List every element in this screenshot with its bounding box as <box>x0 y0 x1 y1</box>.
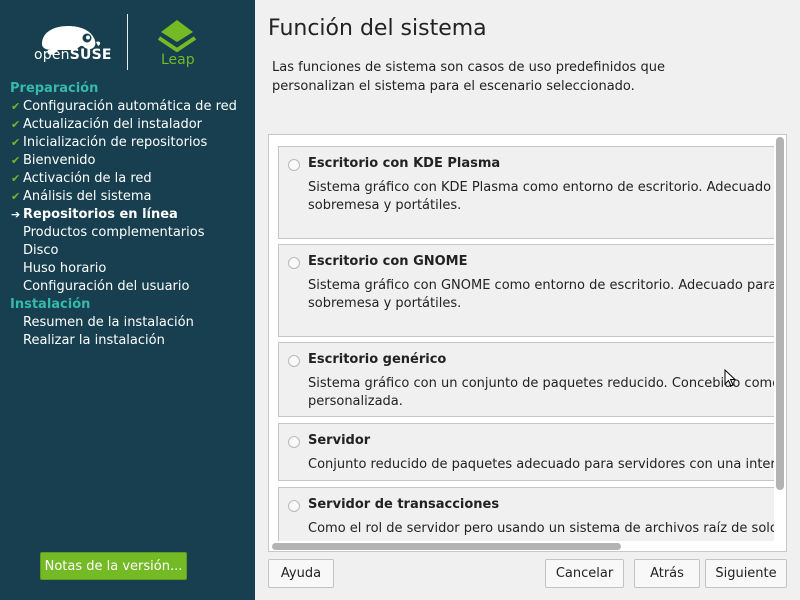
opensuse-wordmark: openSUSE <box>34 47 112 63</box>
check-icon: ✔ <box>11 136 21 149</box>
arrow-right-icon: ➔ <box>11 208 21 221</box>
horizontal-scrollbar-thumb[interactable] <box>272 543 621 550</box>
step-item: ✔ Inicialización de repositorios <box>11 135 208 150</box>
release-notes-button[interactable]: Notas de la versión... <box>40 552 187 580</box>
section-title-preparation: Preparación <box>10 81 99 96</box>
back-button[interactable]: Atrás <box>634 559 700 588</box>
radio-button[interactable] <box>288 257 300 269</box>
check-icon: ✔ <box>11 190 21 203</box>
horizontal-scrollbar[interactable] <box>269 541 786 551</box>
role-option-kde-plasma[interactable]: Escritorio con KDE Plasma Sistema gráfic… <box>278 146 787 239</box>
page-description: Las funciones de sistema son casos de us… <box>272 60 665 94</box>
step-item: Huso horario <box>23 261 107 276</box>
role-option-server[interactable]: Servidor Conjunto reducido de paquetes a… <box>278 423 787 481</box>
role-description: Sistema gráfico con KDE Plasma como ento… <box>308 180 787 213</box>
role-description: Conjunto reducido de paquetes adecuado p… <box>308 457 787 472</box>
help-button[interactable]: Ayuda <box>268 559 334 588</box>
check-icon: ✔ <box>11 118 21 131</box>
role-description: Sistema gráfico con GNOME como entorno d… <box>308 278 787 311</box>
step-item-current: ➔ Repositorios en línea <box>11 207 178 222</box>
leap-wordmark: Leap <box>161 52 195 68</box>
installation-steps: Preparación ✔ Configuración automática de… <box>0 80 255 350</box>
step-item: Resumen de la instalación <box>23 315 194 330</box>
step-item: Disco <box>23 243 59 258</box>
role-name: Escritorio genérico <box>308 352 447 367</box>
radio-button[interactable] <box>288 436 300 448</box>
leap-logo-icon <box>157 20 197 52</box>
check-icon: ✔ <box>11 100 21 113</box>
step-item: Productos complementarios <box>23 225 205 240</box>
mouse-cursor-icon <box>724 369 736 387</box>
radio-button[interactable] <box>288 355 300 367</box>
step-item: Configuración del usuario <box>23 279 190 294</box>
step-item: ✔ Configuración automática de red <box>11 99 237 114</box>
logo-divider <box>127 14 128 70</box>
section-title-installation: Instalación <box>10 297 91 312</box>
radio-button[interactable] <box>288 159 300 171</box>
logo-area: openSUSE Leap <box>0 0 255 78</box>
page-title: Función del sistema <box>268 16 487 41</box>
step-item: ✔ Análisis del sistema <box>11 189 152 204</box>
role-option-generic-desktop[interactable]: Escritorio genérico Sistema gráfico con … <box>278 342 787 417</box>
check-icon: ✔ <box>11 154 21 167</box>
step-item: Realizar la instalación <box>23 333 165 348</box>
role-name: Escritorio con GNOME <box>308 254 468 269</box>
vertical-scrollbar[interactable] <box>774 135 786 541</box>
role-description: Como el rol de servidor pero usando un s… <box>308 521 787 536</box>
radio-button[interactable] <box>288 500 300 512</box>
sidebar: openSUSE Leap Preparación ✔ Configuración… <box>0 0 255 600</box>
role-name: Escritorio con KDE Plasma <box>308 156 501 171</box>
next-button[interactable]: Siguiente <box>705 559 787 588</box>
role-option-gnome[interactable]: Escritorio con GNOME Sistema gráfico con… <box>278 244 787 337</box>
system-roles-list[interactable]: Escritorio con KDE Plasma Sistema gráfic… <box>268 134 787 552</box>
step-item: ✔ Bienvenido <box>11 153 96 168</box>
role-name: Servidor de transacciones <box>308 497 500 512</box>
cancel-button[interactable]: Cancelar <box>545 559 624 588</box>
role-description: Sistema gráfico con un conjunto de paque… <box>308 376 787 409</box>
role-name: Servidor <box>308 433 371 448</box>
step-item: ✔ Activación de la red <box>11 171 152 186</box>
vertical-scrollbar-thumb[interactable] <box>776 137 784 490</box>
check-icon: ✔ <box>11 172 21 185</box>
step-item: ✔ Actualización del instalador <box>11 117 203 132</box>
